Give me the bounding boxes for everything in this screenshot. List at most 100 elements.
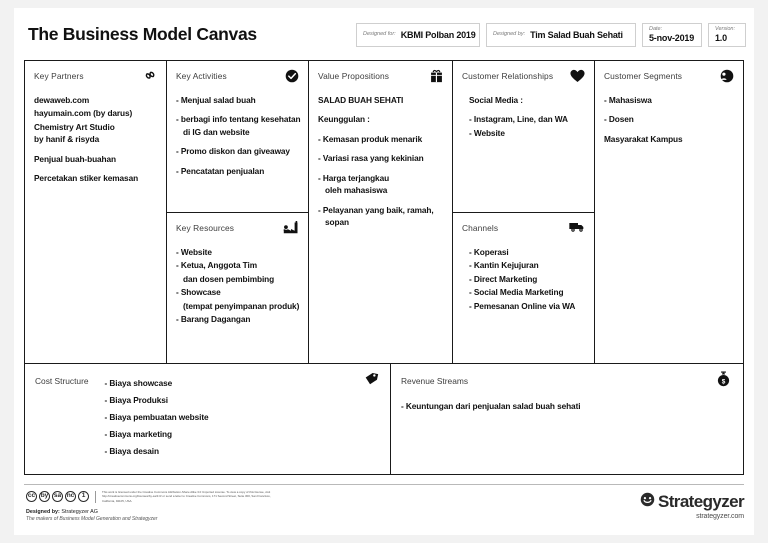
list-item: oleh mahasiswa: [325, 185, 388, 196]
footer-credit-sub: The makers of Business Model Generation …: [26, 516, 158, 523]
brand-url: strategyzer.com: [696, 513, 744, 520]
column-key-activities-resources: Key Activities - Menjual salad buah - be…: [167, 61, 309, 363]
page-title: The Business Model Canvas: [28, 24, 257, 44]
cc-icon: cc: [26, 491, 37, 503]
strategyzer-brand[interactable]: Strategyzer strategyzer.com: [640, 492, 745, 520]
block-customer-relationships-header: Customer Relationships: [462, 69, 585, 85]
list-item: - Keuntungan dari penjualan salad buah s…: [401, 401, 581, 411]
list-item: Masyarakat Kampus: [604, 133, 683, 144]
block-revenue-streams[interactable]: Revenue Streams - Keuntungan dari penjua…: [391, 364, 743, 474]
date-value: 5-nov-2019: [649, 32, 695, 43]
column-value-propositions: Value Propositions SALAD BUAH SEHATI Keu…: [309, 61, 453, 363]
block-cost-structure[interactable]: Cost Structure - Biaya showcase - Biaya …: [25, 364, 391, 474]
list-item: - Direct Marketing: [469, 273, 538, 284]
list-item: - Koperasi: [469, 247, 509, 257]
block-key-resources-title: Key Resources: [176, 223, 235, 233]
block-cost-structure-body: - Biaya showcase - Biaya Produksi - Biay…: [105, 375, 209, 468]
block-key-activities-body: - Menjual salad buah - berbagi info tent…: [176, 94, 301, 178]
block-key-partners[interactable]: Key Partners dewaweb.com hayumain.com (b…: [25, 61, 166, 363]
list-item: - Biaya Produksi: [104, 395, 169, 405]
list-item: - Pelayanan yang baik, ramah,: [318, 204, 434, 215]
footer-separator: [95, 490, 96, 503]
money-bag-icon: $: [716, 371, 734, 389]
designed-by-label: Designed by:: [493, 31, 526, 38]
version-value: 1.0: [715, 32, 727, 43]
list-item: sopan: [325, 217, 349, 228]
list-item: - Biaya pembuatan website: [104, 412, 209, 422]
block-customer-segments-body: - Mahasiswa - Dosen Masyarakat Kampus: [604, 94, 734, 146]
list-item: - Website: [469, 127, 505, 138]
canvas-header: The Business Model Canvas Designed for: …: [14, 8, 754, 54]
block-customer-relationships-body: Social Media : - Instagram, Line, dan WA…: [462, 94, 585, 140]
block-customer-segments-title: Customer Segments: [604, 71, 683, 81]
list-item: - Promo diskon dan giveaway: [176, 146, 290, 157]
factory-icon: [283, 221, 299, 237]
canvas-page: The Business Model Canvas Designed for: …: [0, 0, 768, 543]
gift-package-icon: [427, 69, 443, 85]
list-item: - Kemasan produk menarik: [318, 133, 423, 144]
list-item: - Kantin Kejujuran: [469, 260, 539, 271]
list-item: - Variasi rasa yang kekinian: [318, 153, 424, 164]
block-key-partners-title: Key Partners: [34, 71, 84, 81]
designed-for-field[interactable]: Designed for: KBMI Polban 2019: [356, 23, 480, 47]
list-item: Chemistry Art Studio: [34, 121, 115, 132]
list-item: - Dosen: [604, 114, 634, 125]
cc-one-icon: 1: [78, 491, 89, 503]
block-channels-body: - Koperasi - Kantin Kejujuran - Direct M…: [462, 246, 585, 313]
block-customer-relationships[interactable]: Customer Relationships Social Media : - …: [453, 61, 594, 213]
brand-lockup: Strategyzer: [640, 492, 745, 510]
column-key-partners: Key Partners dewaweb.com hayumain.com (b…: [25, 61, 167, 363]
block-key-activities[interactable]: Key Activities - Menjual salad buah - be…: [167, 61, 308, 213]
cc-sa-icon: sa: [52, 491, 63, 503]
block-revenue-streams-inner: Revenue Streams - Keuntungan dari penjua…: [401, 375, 581, 468]
footer-designed-value: Strategyzer AG: [61, 509, 98, 515]
person-circle-icon: [718, 69, 734, 85]
creative-commons-row: cc by sa nc 1 This work is licensed unde…: [26, 490, 282, 503]
block-cost-structure-title: Cost Structure: [35, 376, 89, 386]
date-field[interactable]: Date: 5-nov-2019: [642, 23, 702, 47]
list-item: by hanif & risyda: [34, 134, 100, 145]
list-item: - Biaya desain: [104, 446, 160, 456]
cc-by-icon: by: [39, 491, 50, 503]
list-item: dan dosen pembimbing: [183, 273, 275, 284]
list-item: Social Media :: [469, 95, 523, 105]
footer-credit: Designed by: Strategyzer AG The makers o…: [26, 508, 157, 524]
column-relationships-channels: Customer Relationships Social Media : - …: [453, 61, 595, 363]
header-meta-row: Designed for: KBMI Polban 2019 Designed …: [356, 23, 746, 47]
delivery-truck-icon: [569, 221, 585, 237]
version-field[interactable]: Version: 1.0: [708, 23, 746, 47]
check-circle-icon: [283, 69, 299, 85]
list-item: - Pemesanan Online via WA: [469, 300, 576, 311]
column-customer-segments: Customer Segments - Mahasiswa - Dosen Ma…: [595, 61, 743, 363]
strategyzer-logo-icon: [640, 492, 655, 510]
block-key-partners-header: Key Partners: [34, 71, 157, 85]
list-item: - Instagram, Line, dan WA: [469, 114, 568, 125]
block-key-resources-header: Key Resources: [176, 221, 299, 237]
heart-icon: [569, 69, 585, 85]
canvas-grid: Key Partners dewaweb.com hayumain.com (b…: [24, 60, 744, 475]
designed-by-field[interactable]: Designed by: Tim Salad Buah Sehati: [486, 23, 636, 47]
block-customer-segments[interactable]: Customer Segments - Mahasiswa - Dosen Ma…: [595, 61, 743, 363]
block-channels-title: Channels: [462, 223, 499, 233]
block-channels[interactable]: Channels - Koperasi - Kantin Kejujuran -…: [453, 213, 594, 363]
price-tag-icon: [363, 371, 381, 389]
list-item: - Biaya marketing: [104, 429, 173, 439]
designed-for-label: Designed for:: [363, 31, 396, 38]
license-text: This work is licensed under the Creative…: [102, 490, 271, 503]
list-item: Percetakan stiker kemasan: [34, 173, 139, 184]
block-value-propositions-header: Value Propositions: [318, 69, 443, 85]
list-item: - berbagi info tentang kesehatan: [176, 114, 301, 125]
list-item: hayumain.com (by darus): [34, 108, 133, 119]
designed-by-value: Tim Salad Buah Sehati: [530, 30, 623, 40]
list-item: (tempat penyimpanan produk): [183, 300, 300, 311]
list-item: - Menjual salad buah: [176, 95, 256, 105]
block-key-activities-title: Key Activities: [176, 71, 227, 81]
block-key-partners-body: dewaweb.com hayumain.com (by darus) Chem…: [34, 94, 157, 186]
block-value-propositions[interactable]: Value Propositions SALAD BUAH SEHATI Keu…: [309, 61, 452, 363]
footer-divider: [24, 484, 744, 485]
list-item: dewaweb.com: [34, 95, 90, 105]
block-key-resources[interactable]: Key Resources - Website - Ketua, Anggota…: [167, 213, 308, 363]
list-item: - Barang Dagangan: [176, 314, 251, 325]
footer-credit-line: Designed by: Strategyzer AG: [26, 508, 157, 516]
list-item: di IG dan website: [183, 126, 250, 137]
